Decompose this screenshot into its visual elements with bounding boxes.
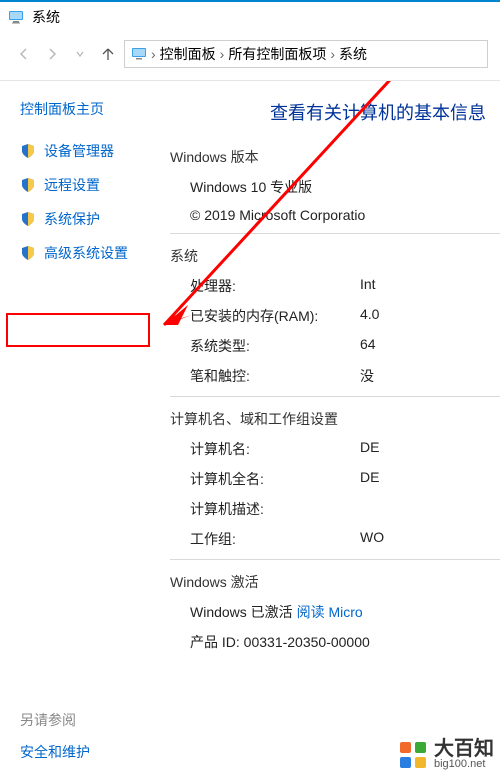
chevron-right-icon: › xyxy=(330,46,335,62)
watermark: 大百知 big100.net xyxy=(398,739,494,770)
row-workgroup: 工作组:WO xyxy=(190,529,500,549)
watermark-title: 大百知 xyxy=(434,739,494,759)
nav-recent-dropdown[interactable] xyxy=(68,42,92,66)
product-id-row: 产品 ID: 00331-20350-00000 xyxy=(190,632,500,652)
nav-row: › 控制面板 › 所有控制面板项 › 系统 xyxy=(0,32,500,76)
row-pen-touch: 笔和触控:没 xyxy=(190,366,500,386)
chevron-right-icon: › xyxy=(151,46,156,62)
see-also-security-link[interactable]: 安全和维护 xyxy=(20,742,90,762)
sidebar-item-label: 远程设置 xyxy=(44,175,100,195)
system-icon xyxy=(8,9,24,25)
nav-back-button[interactable] xyxy=(12,42,36,66)
main-content: 查看有关计算机的基本信息 Windows 版本 Windows 10 专业版 ©… xyxy=(160,81,500,780)
shield-icon xyxy=(20,177,36,193)
annotation-highlight-box xyxy=(6,313,150,347)
section-windows-edition: Windows 版本 xyxy=(170,147,500,167)
divider xyxy=(170,396,500,397)
section-activation: Windows 激活 xyxy=(170,572,500,592)
page-title: 查看有关计算机的基本信息 xyxy=(270,99,500,125)
row-ram: 已安装的内存(RAM):4.0 xyxy=(190,306,500,326)
row-computer-name: 计算机名:DE xyxy=(190,439,500,459)
sidebar-item-label: 高级系统设置 xyxy=(44,243,128,263)
activation-read-link[interactable]: 阅读 Micro xyxy=(297,604,363,620)
sidebar: 控制面板主页 设备管理器 远程设置 系统保护 高级系统设置 另请参阅 安全和维护 xyxy=(0,81,160,780)
divider xyxy=(170,233,500,234)
breadcrumb-system-icon xyxy=(131,46,147,62)
sidebar-item-label: 设备管理器 xyxy=(44,141,114,161)
nav-forward-button[interactable] xyxy=(40,42,64,66)
sidebar-item-advanced-settings[interactable]: 高级系统设置 xyxy=(20,243,148,263)
row-processor: 处理器:Int xyxy=(190,276,500,296)
shield-icon xyxy=(20,245,36,261)
nav-up-button[interactable] xyxy=(96,42,120,66)
title-bar: 系统 xyxy=(0,0,500,32)
row-system-type: 系统类型:64 xyxy=(190,336,500,356)
activation-status: Windows 已激活 阅读 Micro xyxy=(190,602,500,622)
divider xyxy=(170,559,500,560)
watermark-logo-icon xyxy=(398,740,428,770)
copyright-text: © 2019 Microsoft Corporatio xyxy=(190,207,500,223)
breadcrumb-item[interactable]: 系统 xyxy=(339,44,367,64)
section-system: 系统 xyxy=(170,246,500,266)
section-computer-name: 计算机名、域和工作组设置 xyxy=(170,409,500,429)
sidebar-item-system-protection[interactable]: 系统保护 xyxy=(20,209,148,229)
sidebar-item-device-manager[interactable]: 设备管理器 xyxy=(20,141,148,161)
watermark-url: big100.net xyxy=(434,759,494,770)
breadcrumb-item[interactable]: 控制面板 xyxy=(160,44,216,64)
row-full-name: 计算机全名:DE xyxy=(190,469,500,489)
shield-icon xyxy=(20,143,36,159)
see-also-heading: 另请参阅 xyxy=(20,710,90,730)
breadcrumb-item[interactable]: 所有控制面板项 xyxy=(228,44,326,64)
shield-icon xyxy=(20,211,36,227)
edition-value: Windows 10 专业版 xyxy=(190,177,500,197)
window-title: 系统 xyxy=(32,7,60,27)
chevron-right-icon: › xyxy=(220,46,225,62)
row-description: 计算机描述: xyxy=(190,499,500,519)
sidebar-home-link[interactable]: 控制面板主页 xyxy=(20,99,148,119)
sidebar-item-label: 系统保护 xyxy=(44,209,100,229)
sidebar-item-remote-settings[interactable]: 远程设置 xyxy=(20,175,148,195)
breadcrumb[interactable]: › 控制面板 › 所有控制面板项 › 系统 xyxy=(124,40,488,68)
